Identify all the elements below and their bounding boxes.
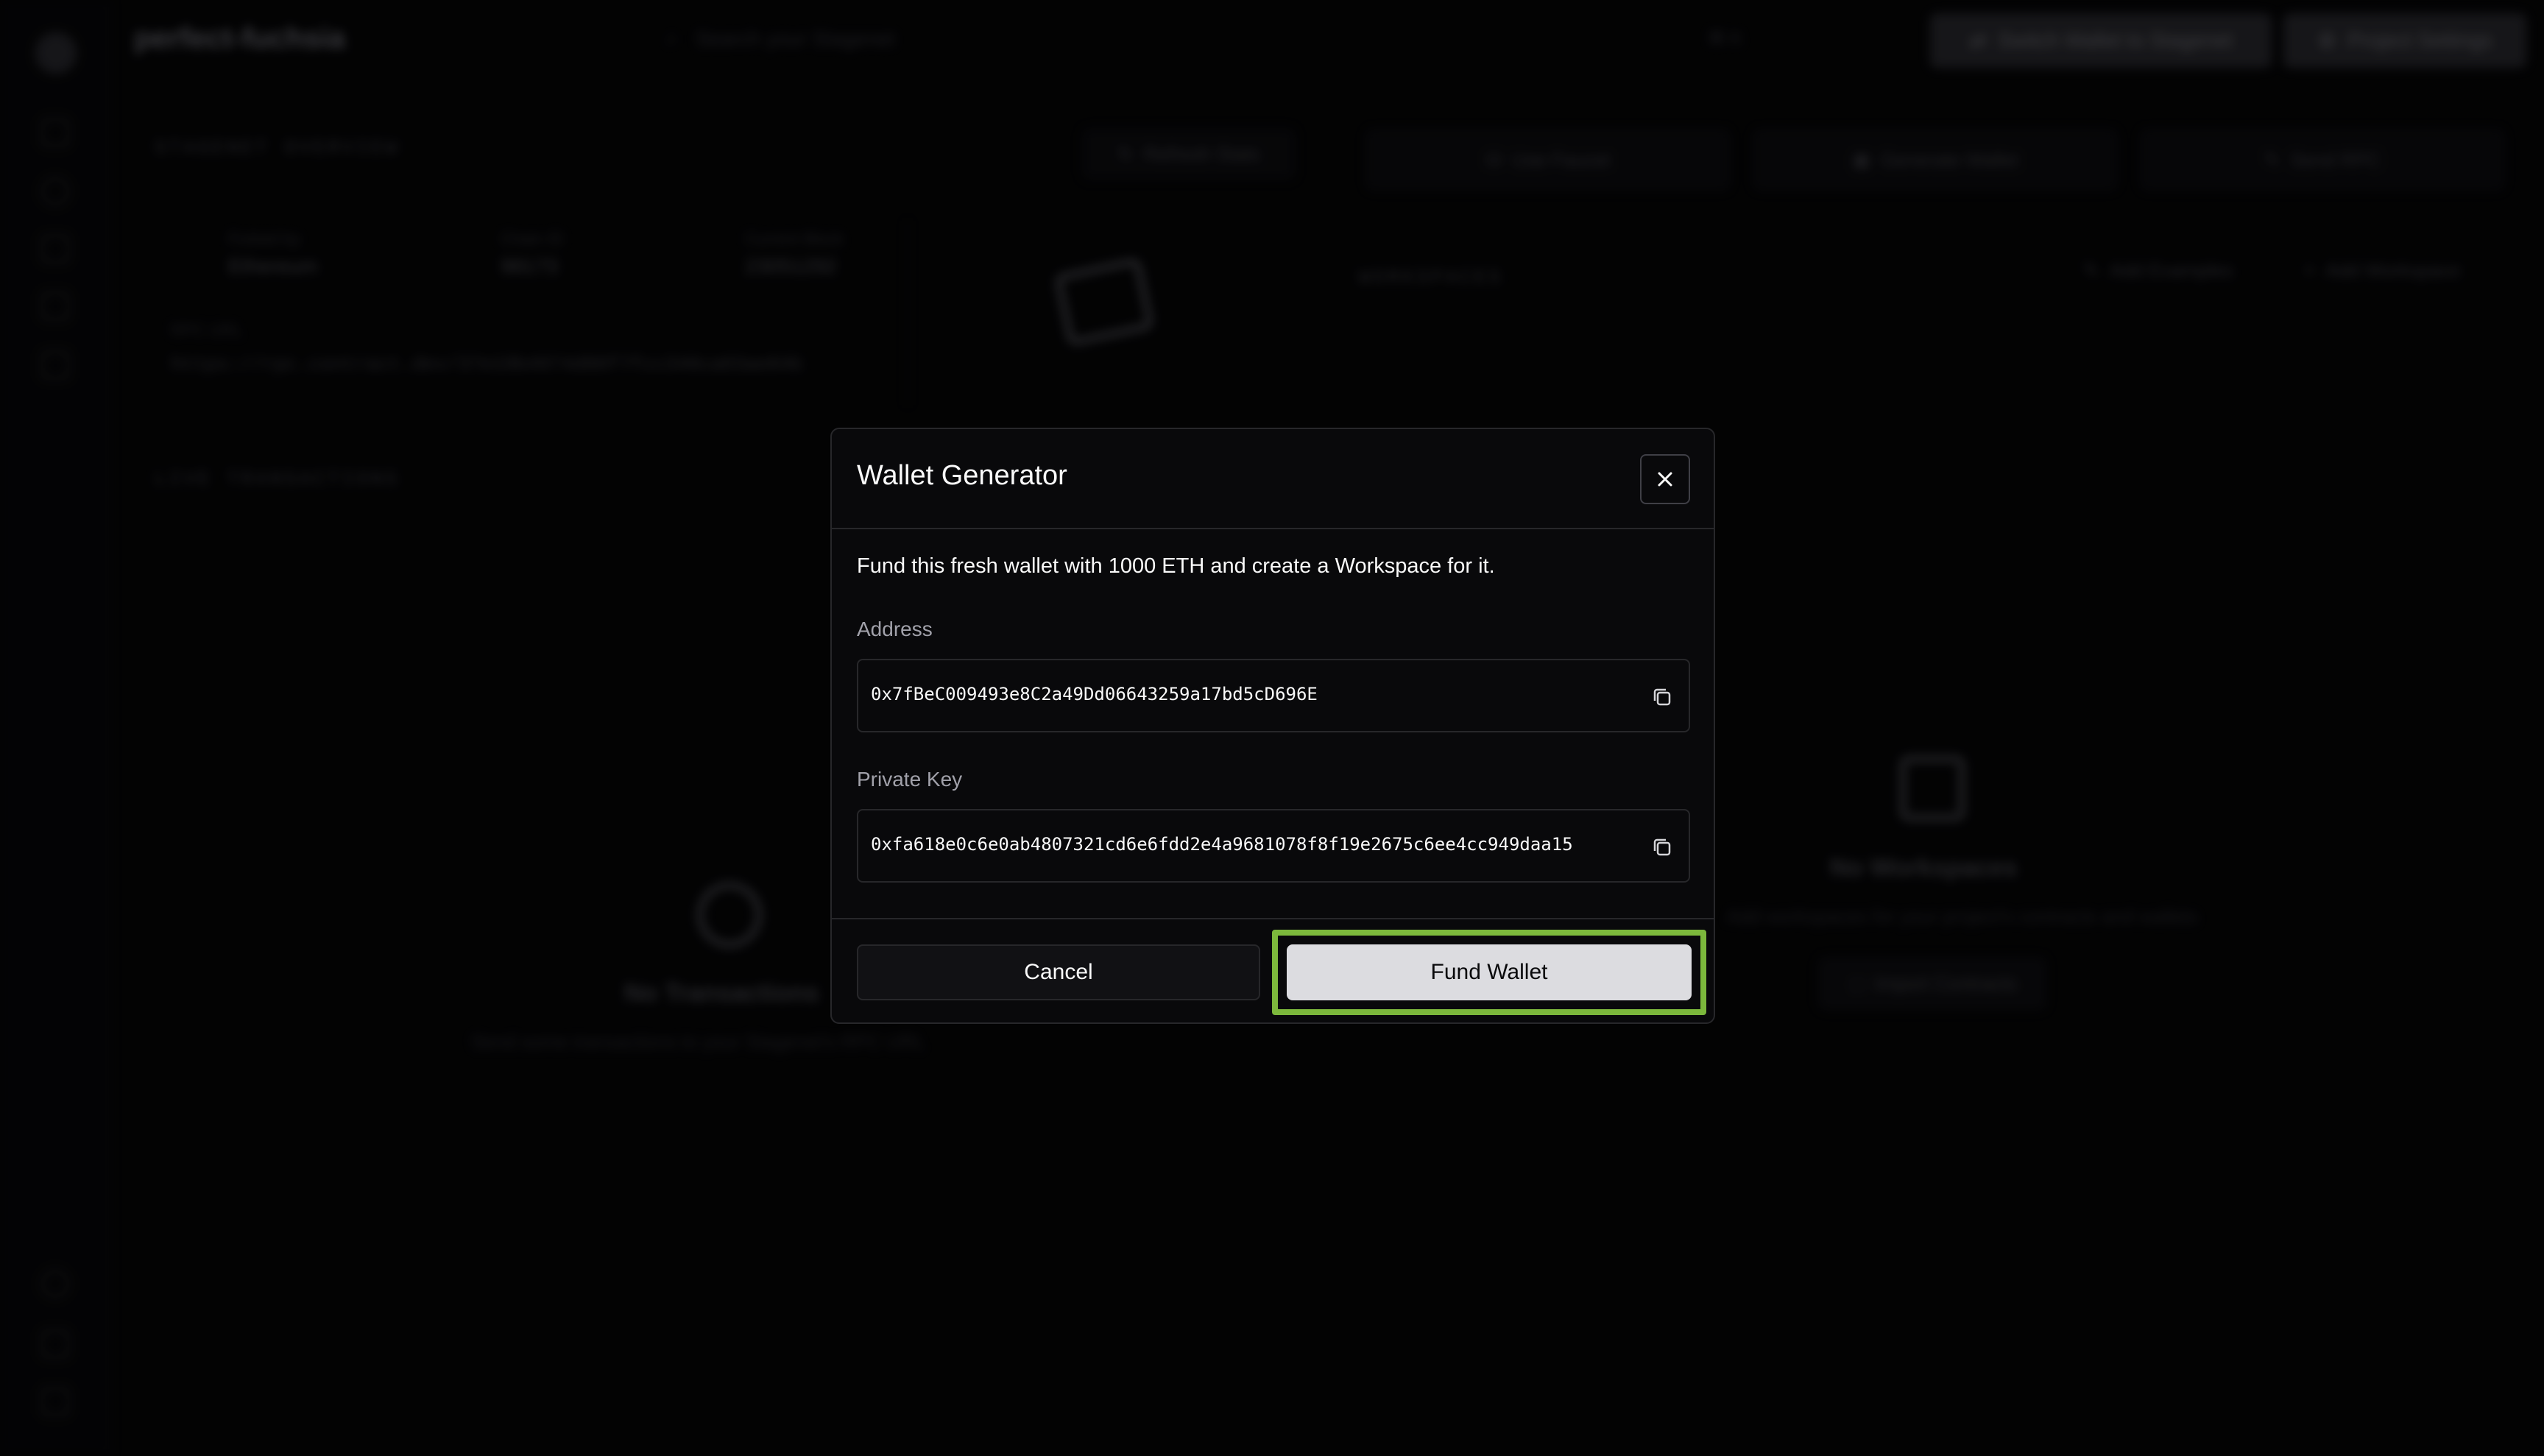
private-key-value[interactable]: 0xfa618e0c6e0ab4807321cd6e6fdd2e4a968107… xyxy=(871,834,1573,855)
dialog-description: Fund this fresh wallet with 1000 ETH and… xyxy=(857,554,1495,578)
footer-divider xyxy=(832,918,1714,919)
copy-icon xyxy=(1653,838,1671,856)
private-key-label: Private Key xyxy=(857,768,963,791)
close-button[interactable] xyxy=(1640,454,1690,504)
dialog-title: Wallet Generator xyxy=(857,460,1067,491)
dialog-header: Wallet Generator xyxy=(832,429,1714,529)
copy-private-key-button[interactable] xyxy=(1646,831,1678,863)
cancel-button[interactable]: Cancel xyxy=(857,944,1260,1000)
address-value[interactable]: 0x7fBeC009493e8C2a49Dd06643259a17bd5cD69… xyxy=(871,684,1318,704)
address-label: Address xyxy=(857,618,933,640)
wallet-generator-dialog: Wallet Generator Fund this fresh wallet … xyxy=(830,428,1715,1024)
copy-address-button[interactable] xyxy=(1646,681,1678,713)
copy-icon xyxy=(1653,688,1671,706)
private-key-field[interactable]: 0xfa618e0c6e0ab4807321cd6e6fdd2e4a968107… xyxy=(857,809,1690,883)
fund-wallet-button[interactable]: Fund Wallet xyxy=(1287,944,1692,1000)
address-field[interactable]: 0x7fBeC009493e8C2a49Dd06643259a17bd5cD69… xyxy=(857,659,1690,732)
close-icon xyxy=(1658,472,1672,487)
